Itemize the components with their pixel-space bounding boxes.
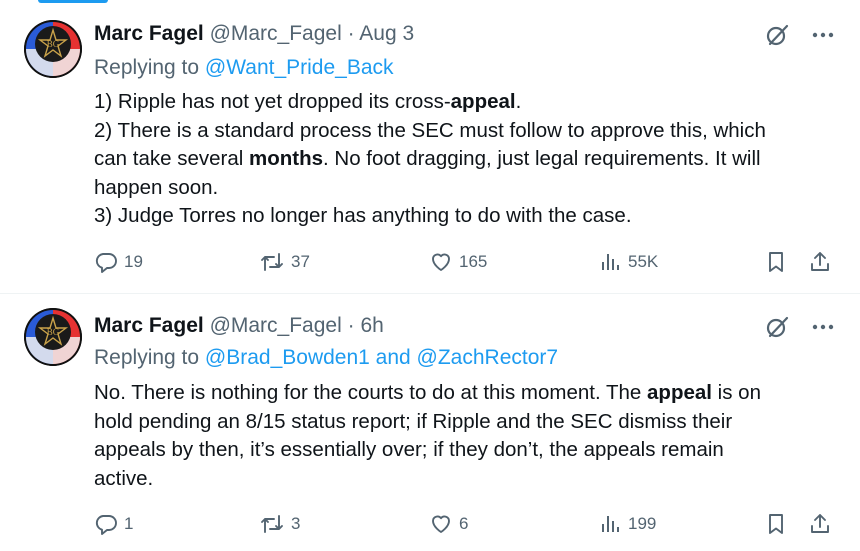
avatar[interactable]: BG [24, 308, 82, 366]
reply-button[interactable]: 1 [94, 510, 133, 538]
views-button[interactable]: 199 [598, 510, 656, 538]
views-count: 55K [628, 252, 659, 271]
replying-prefix: Replying to [94, 346, 200, 369]
tweet-line: appeals by then, it’s essentially over; … [94, 438, 724, 461]
separator-dot: · [347, 22, 355, 45]
repost-button[interactable]: 3 [259, 510, 300, 538]
heart-icon [432, 253, 450, 271]
tweet-text: 1) Ripple has not yet dropped its cross-… [94, 88, 834, 231]
svg-text:BG: BG [47, 39, 60, 49]
reply-bubble-icon [95, 253, 117, 273]
tweet-header: Marc Fagel @Marc_Fagel · Aug 3 [94, 21, 414, 47]
separator-dot: · [347, 314, 355, 337]
reply-count: 19 [124, 252, 143, 271]
bookmark-button[interactable] [764, 510, 788, 538]
repost-count: 37 [291, 252, 310, 271]
tweet-line: can take several months. No foot draggin… [94, 147, 761, 170]
avatar[interactable]: BG [24, 20, 82, 78]
tweet[interactable]: BG Marc Fagel @Marc_Fagel · Aug 3 Replyi… [0, 0, 860, 293]
replying-to: Replying to @Brad_Bowden1 and @ZachRecto… [94, 345, 558, 371]
replying-to: Replying to @Want_Pride_Back [94, 55, 394, 81]
timestamp[interactable]: 6h [360, 314, 383, 337]
author-handle[interactable]: @Marc_Fagel [210, 314, 342, 337]
views-count: 199 [628, 514, 657, 533]
replying-mention-link[interactable]: @Brad_Bowden1 and @ZachRector7 [205, 346, 558, 369]
like-count: 165 [459, 252, 488, 271]
author-name[interactable]: Marc Fagel [94, 314, 204, 337]
share-upload-icon [811, 514, 829, 533]
tweet-line: 1) Ripple has not yet dropped its cross-… [94, 90, 522, 113]
tweet-line: hold pending an 8/15 status report; if R… [94, 409, 733, 433]
share-button[interactable] [808, 248, 832, 276]
reply-button[interactable]: 19 [94, 248, 143, 276]
replying-prefix: Replying to [94, 56, 200, 79]
author-name[interactable]: Marc Fagel [94, 22, 204, 45]
like-button[interactable]: 165 [429, 248, 487, 276]
tweet-text: No. There is nothing for the courts to d… [94, 379, 834, 493]
reply-bubble-icon [95, 515, 117, 535]
tweet-actions: 19 37 165 55K [94, 248, 836, 276]
repost-arrows-icon [261, 515, 283, 533]
tweet-line: No. There is nothing for the courts to d… [94, 381, 761, 404]
like-button[interactable]: 6 [429, 510, 468, 538]
more-dots-icon[interactable] [810, 22, 836, 48]
tweet-line: 3) Judge Torres no longer has anything t… [94, 204, 632, 227]
replying-mention-link[interactable]: @Want_Pride_Back [205, 56, 394, 79]
repost-arrows-icon [261, 253, 283, 271]
timestamp[interactable]: Aug 3 [359, 22, 414, 45]
like-count: 6 [459, 514, 469, 533]
share-upload-icon [811, 252, 829, 271]
reply-count: 1 [124, 514, 134, 533]
tweet-line: 2) There is a standard process the SEC m… [94, 118, 766, 142]
tweet-top-icons [764, 314, 836, 340]
repost-count: 3 [291, 514, 301, 533]
repost-button[interactable]: 37 [259, 248, 310, 276]
tweet-top-icons [764, 22, 836, 48]
tweet[interactable]: BG Marc Fagel @Marc_Fagel · 6h Replying … [0, 294, 860, 551]
svg-text:BG: BG [47, 327, 60, 337]
share-button[interactable] [808, 510, 832, 538]
tweet-line: happen soon. [94, 175, 219, 199]
steal-your-face-avatar-icon: BG [24, 20, 82, 78]
bookmark-icon [769, 514, 783, 534]
grok-icon[interactable] [764, 22, 790, 48]
more-dots-icon[interactable] [810, 314, 836, 340]
bookmark-button[interactable] [764, 248, 788, 276]
tweet-actions: 1 3 6 199 [94, 510, 836, 538]
heart-icon [432, 515, 450, 533]
bookmark-icon [769, 252, 783, 272]
views-button[interactable]: 55K [598, 248, 658, 276]
tweet-header: Marc Fagel @Marc_Fagel · 6h [94, 313, 384, 339]
views-bar-chart-icon [602, 516, 619, 532]
steal-your-face-avatar-icon: BG [24, 308, 82, 366]
views-bar-chart-icon [602, 254, 619, 270]
tweet-line: active. [94, 466, 154, 490]
author-handle[interactable]: @Marc_Fagel [210, 22, 342, 45]
grok-icon[interactable] [764, 314, 790, 340]
